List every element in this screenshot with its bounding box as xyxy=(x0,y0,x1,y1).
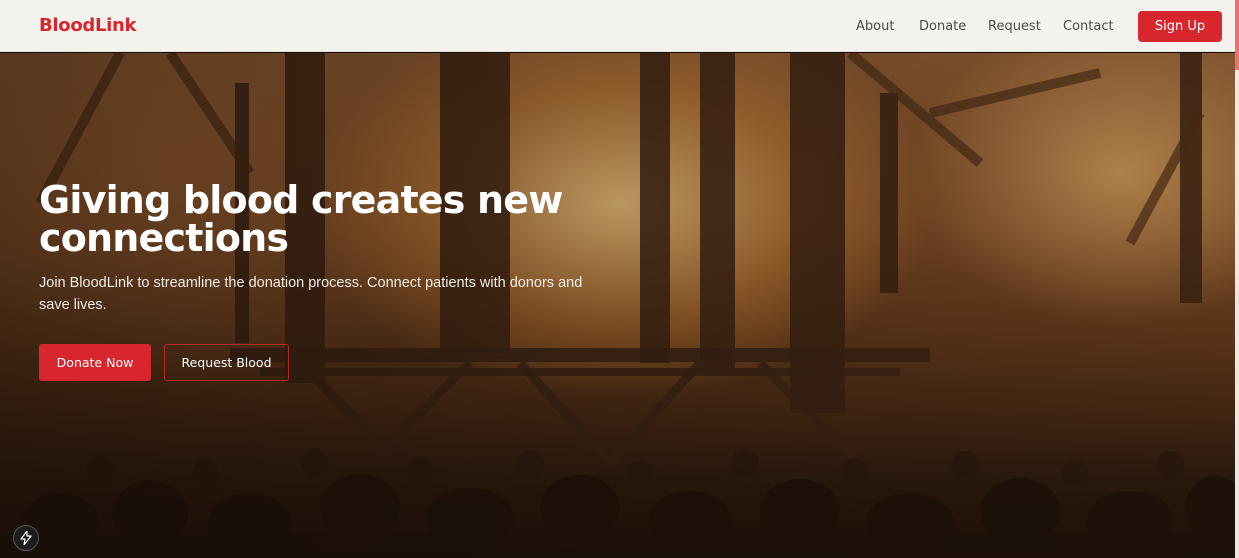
scrollbar-thumb[interactable] xyxy=(1235,0,1239,70)
request-blood-button[interactable]: Request Blood xyxy=(164,344,289,381)
hero-title: Giving blood creates new connections xyxy=(39,178,563,260)
nav-link-contact[interactable]: Contact xyxy=(1063,19,1114,34)
nav-link-donate[interactable]: Donate xyxy=(919,19,966,34)
hero-section: Giving blood creates new connections Joi… xyxy=(0,53,1235,558)
logo[interactable]: BloodLink xyxy=(39,15,137,36)
scrollbar-track[interactable] xyxy=(1235,0,1239,558)
donate-now-button[interactable]: Donate Now xyxy=(39,344,151,381)
lightning-badge[interactable] xyxy=(13,525,39,551)
lightning-icon xyxy=(20,531,32,545)
nav-link-about[interactable]: About xyxy=(856,19,894,34)
nav-link-request[interactable]: Request xyxy=(988,19,1041,34)
navbar: BloodLink About Donate Request Contact S… xyxy=(0,0,1235,52)
signup-button[interactable]: Sign Up xyxy=(1138,11,1222,42)
hero-subtitle: Join BloodLink to streamline the donatio… xyxy=(39,275,583,313)
